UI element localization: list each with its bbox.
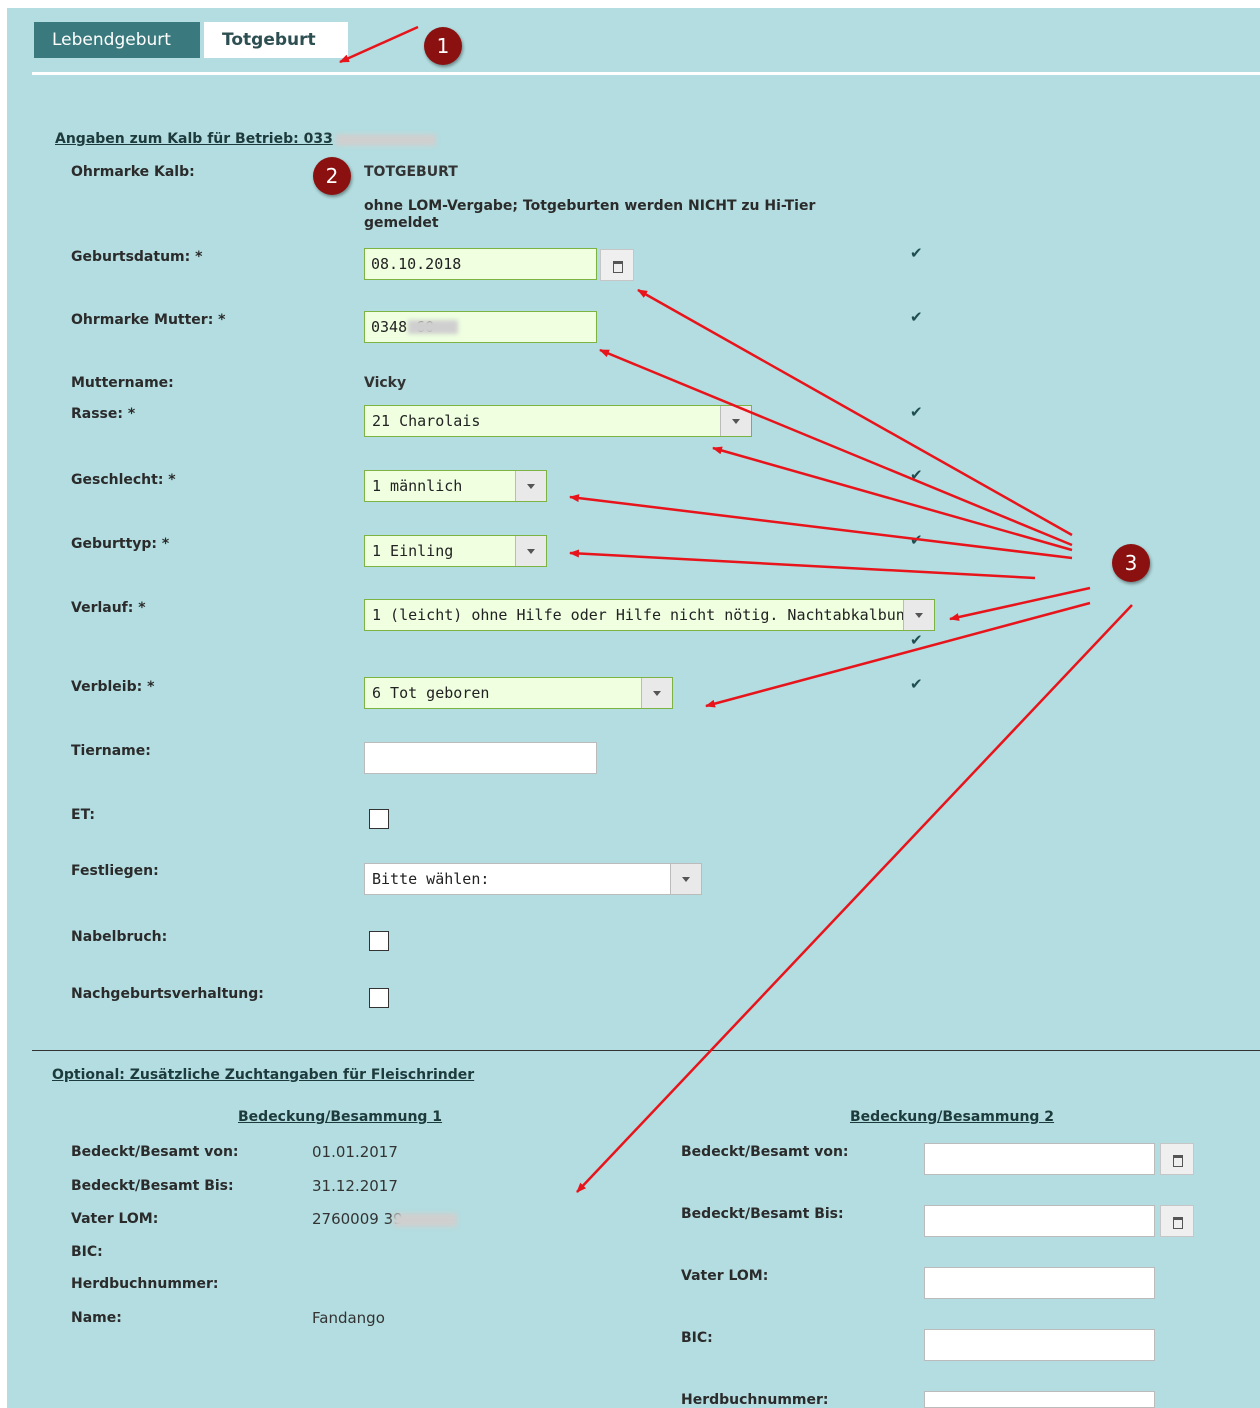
b1-from-value: 01.01.2017 xyxy=(312,1143,398,1161)
umbilical-checkbox[interactable] xyxy=(369,931,389,951)
tab-lebendgeburt[interactable]: Lebendgeburt xyxy=(34,22,200,58)
animal-name-label: Tiername: xyxy=(71,743,151,759)
b1-name-label: Name: xyxy=(71,1310,122,1326)
b1-sire-value: 2760009 39 xyxy=(312,1210,403,1228)
b2-from-label: Bedeckt/Besamt von: xyxy=(681,1144,849,1160)
ear-tag-mother-input[interactable]: 0348 60 xyxy=(364,311,597,343)
b2-to-label: Bedeckt/Besamt Bis: xyxy=(681,1206,844,1222)
b2-sire-label: Vater LOM: xyxy=(681,1268,769,1284)
b1-from-label: Bedeckt/Besamt von: xyxy=(71,1144,239,1160)
check-icon: ✔ xyxy=(910,531,923,549)
breeding1-title: Bedeckung/Besammung 1 xyxy=(238,1109,443,1125)
b1-to-label: Bedeckt/Besamt Bis: xyxy=(71,1178,234,1194)
tab-totgeburt[interactable]: Totgeburt xyxy=(204,22,348,58)
festliegen-label: Festliegen: xyxy=(71,863,159,879)
check-icon: ✔ xyxy=(910,466,923,484)
redacted-mother-id xyxy=(408,320,458,334)
birth-type-value: 1 Einling xyxy=(372,542,454,560)
et-checkbox[interactable] xyxy=(369,809,389,829)
festliegen-select[interactable]: Bitte wählen: xyxy=(364,863,702,895)
umbilical-label: Nabelbruch: xyxy=(71,929,168,945)
breeding2-title: Bedeckung/Besammung 2 xyxy=(850,1109,1055,1125)
course-label: Verlauf: * xyxy=(71,600,146,616)
b1-name-value: Fandango xyxy=(312,1309,385,1327)
whereabouts-select[interactable]: 6 Tot geboren xyxy=(364,677,673,709)
section-divider xyxy=(32,1050,1260,1051)
section-optional-link[interactable]: Optional: Zusätzliche Zuchtangaben für F… xyxy=(52,1067,474,1083)
whereabouts-value: 6 Tot geboren xyxy=(372,684,490,702)
chevron-down-icon[interactable] xyxy=(515,536,546,566)
calendar-icon[interactable] xyxy=(1160,1143,1194,1175)
b2-sire-input[interactable] xyxy=(924,1267,1155,1299)
chevron-down-icon[interactable] xyxy=(903,600,934,630)
redacted-farm-id xyxy=(336,134,436,146)
b1-bic-label: BIC: xyxy=(71,1244,103,1260)
sex-select[interactable]: 1 männlich xyxy=(364,470,547,502)
birth-date-input[interactable]: 08.10.2018 xyxy=(364,248,597,280)
ear-tag-calf-label: Ohrmarke Kalb: xyxy=(71,164,195,180)
course-select[interactable]: 1 (leicht) ohne Hilfe oder Hilfe nicht n… xyxy=(364,599,935,631)
afterbirth-checkbox[interactable] xyxy=(369,988,389,1008)
b2-herdbook-input[interactable] xyxy=(924,1391,1155,1408)
sex-label: Geschlecht: * xyxy=(71,472,176,488)
check-icon: ✔ xyxy=(910,244,923,262)
tab-underline xyxy=(32,72,1260,75)
annotation-badge-2: 2 xyxy=(313,157,351,195)
animal-name-input[interactable] xyxy=(364,742,597,774)
b2-to-input[interactable] xyxy=(924,1205,1155,1237)
b2-herdbook-label: Herdbuchnummer: xyxy=(681,1392,829,1408)
chevron-down-icon[interactable] xyxy=(720,406,751,436)
check-icon: ✔ xyxy=(910,631,923,649)
ear-tag-mother-label: Ohrmarke Mutter: * xyxy=(71,312,226,328)
breed-label: Rasse: * xyxy=(71,406,136,422)
breed-value: 21 Charolais xyxy=(372,412,481,430)
b1-sire-label: Vater LOM: xyxy=(71,1211,159,1227)
birth-type-select[interactable]: 1 Einling xyxy=(364,535,547,567)
breed-select[interactable]: 21 Charolais xyxy=(364,405,752,437)
section-calf-link[interactable]: Angaben zum Kalb für Betrieb: 033 xyxy=(55,131,333,147)
check-icon: ✔ xyxy=(910,403,923,421)
ear-tag-note: ohne LOM-Vergabe; Totgeburten werden NIC… xyxy=(364,198,816,231)
festliegen-value: Bitte wählen: xyxy=(372,870,490,888)
mother-name-label: Muttername: xyxy=(71,375,174,391)
whereabouts-label: Verbleib: * xyxy=(71,679,155,695)
ear-tag-calf-value: TOTGEBURT xyxy=(364,164,458,180)
b2-bic-input[interactable] xyxy=(924,1329,1155,1361)
sex-value: 1 männlich xyxy=(372,477,463,495)
check-icon: ✔ xyxy=(910,675,923,693)
b2-from-input[interactable] xyxy=(924,1143,1155,1175)
et-label: ET: xyxy=(71,807,95,823)
redacted-sire-id xyxy=(393,1213,457,1227)
birth-date-label: Geburtsdatum: * xyxy=(71,249,203,265)
afterbirth-label: Nachgeburtsverhaltung: xyxy=(71,986,264,1002)
annotation-badge-1: 1 xyxy=(424,27,462,65)
b2-bic-label: BIC: xyxy=(681,1330,713,1346)
chevron-down-icon[interactable] xyxy=(515,471,546,501)
chevron-down-icon[interactable] xyxy=(670,864,701,894)
annotation-badge-3: 3 xyxy=(1112,544,1150,582)
birth-type-label: Geburttyp: * xyxy=(71,536,170,552)
mother-name-value: Vicky xyxy=(364,375,407,391)
chevron-down-icon[interactable] xyxy=(641,678,672,708)
course-value: 1 (leicht) ohne Hilfe oder Hilfe nicht n… xyxy=(372,606,914,624)
check-icon: ✔ xyxy=(910,308,923,326)
calendar-icon[interactable] xyxy=(600,249,634,281)
calendar-icon[interactable] xyxy=(1160,1205,1194,1237)
b1-to-value: 31.12.2017 xyxy=(312,1177,398,1195)
b1-herdbook-label: Herdbuchnummer: xyxy=(71,1276,219,1292)
